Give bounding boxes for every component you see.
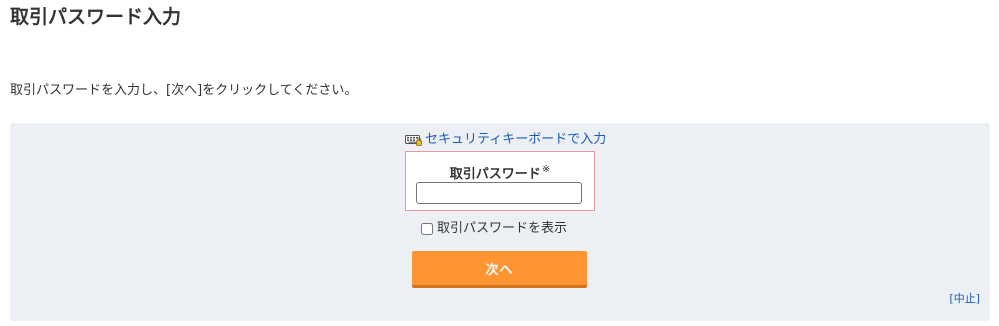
cancel-link[interactable]: [中止] [949,292,980,306]
password-label-text: 取引パスワード [449,167,541,182]
password-input[interactable] [416,182,582,204]
password-field-group: 取引パスワード※ [405,151,595,211]
security-keyboard-label[interactable]: セキュリティキーボードで入力 [425,131,606,149]
show-password-toggle[interactable]: 取引パスワードを表示 [421,220,567,238]
keyboard-icon [405,135,422,146]
page-title: 取引パスワード入力 [10,6,182,28]
next-button[interactable]: 次へ [412,251,587,288]
show-password-label: 取引パスワードを表示 [437,221,568,236]
password-label: 取引パスワード※ [406,161,594,184]
instruction-text: 取引パスワードを入力し、[次へ]をクリックしてください。 [10,83,358,98]
password-panel: セキュリティキーボードで入力 取引パスワード※ 取引パスワードを表示 次へ [中… [10,123,990,321]
show-password-checkbox[interactable] [421,223,433,235]
security-keyboard-link[interactable]: セキュリティキーボードで入力 [405,131,606,149]
required-mark: ※ [541,164,551,175]
